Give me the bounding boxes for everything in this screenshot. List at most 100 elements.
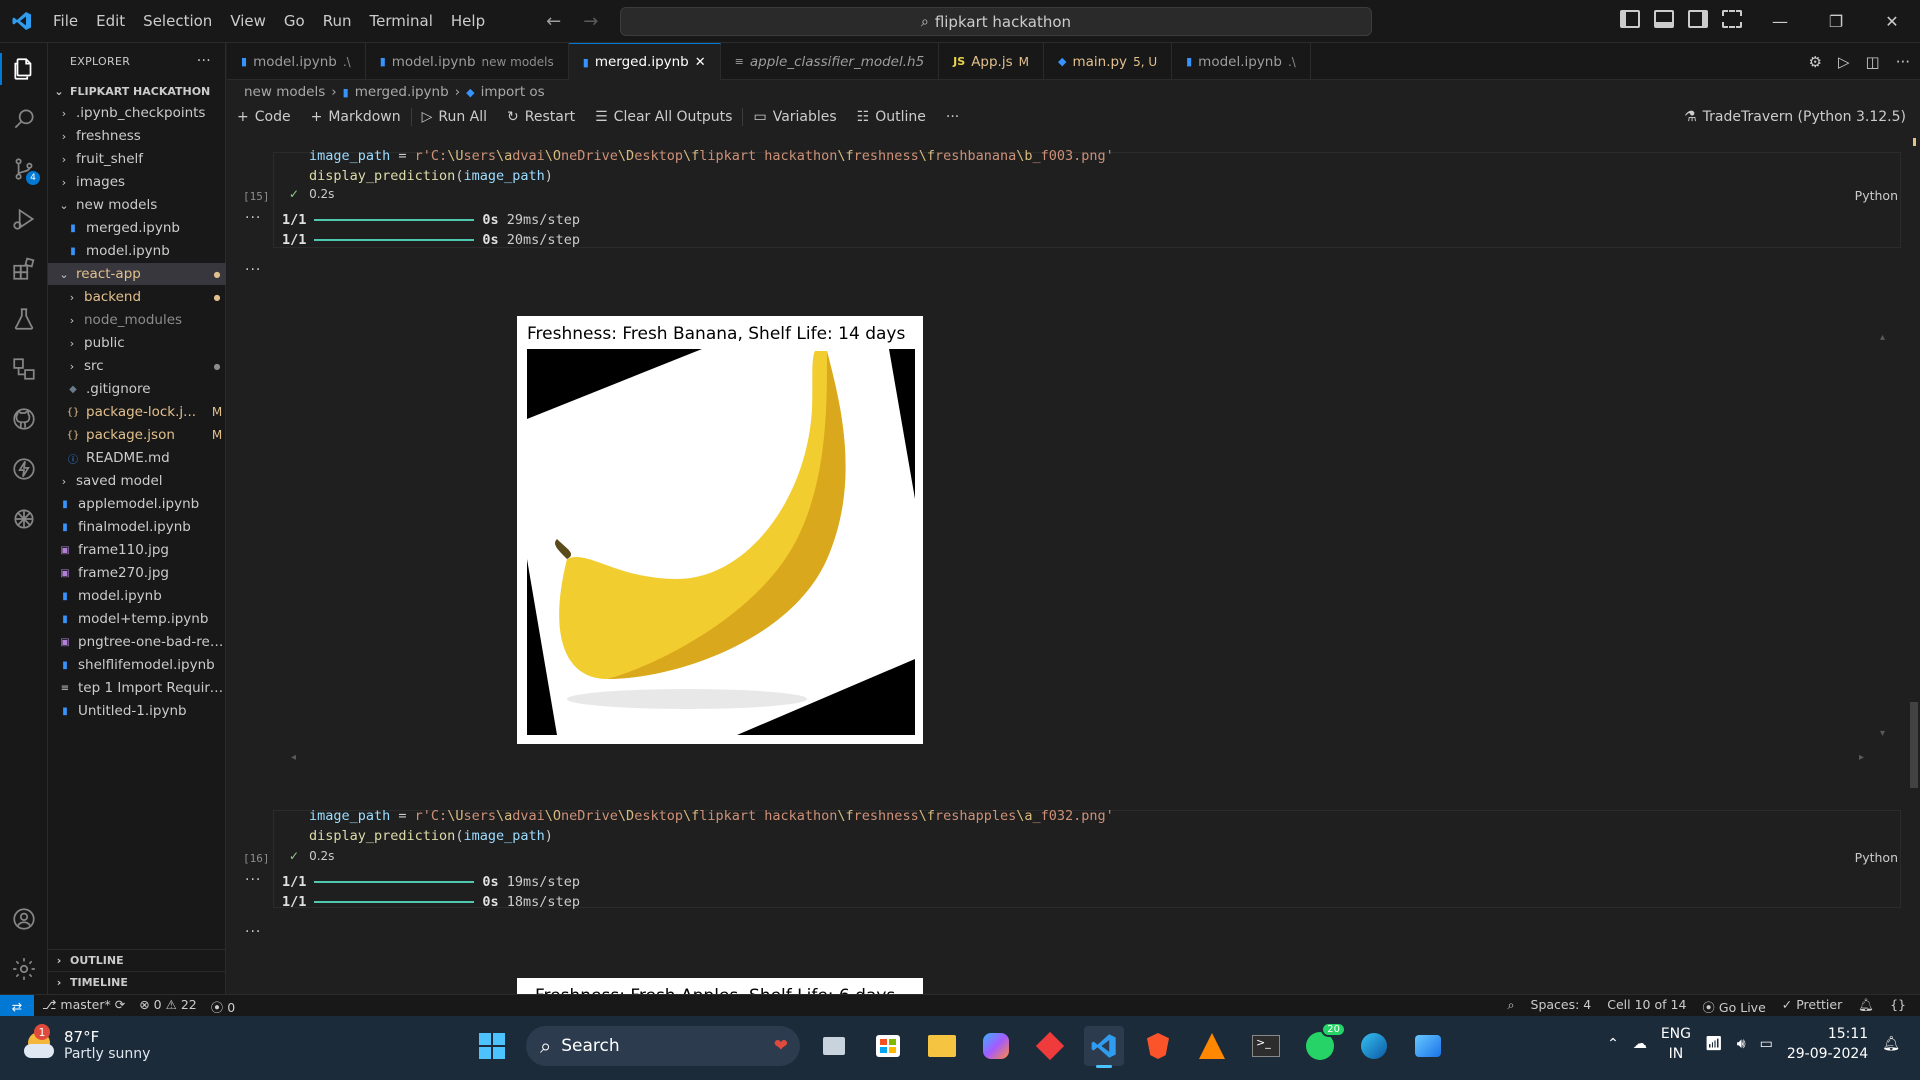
file-item[interactable]: ≡ tep 1 Import Require... bbox=[48, 677, 226, 699]
cell-code-line-2[interactable]: display_prediction(image_path) bbox=[309, 828, 553, 844]
file-item[interactable]: ▮ model.ipynb bbox=[48, 585, 226, 607]
folder-item[interactable]: › node_modules bbox=[48, 309, 226, 331]
output-more-icon[interactable]: ··· bbox=[245, 872, 261, 888]
restore-icon[interactable]: ❐ bbox=[1808, 0, 1864, 43]
indentation-status[interactable]: Spaces: 4 bbox=[1531, 997, 1592, 1016]
output-more-icon[interactable]: ··· bbox=[245, 262, 261, 278]
testing-flask-icon[interactable] bbox=[10, 305, 38, 333]
close-tab-icon[interactable]: ✕ bbox=[695, 55, 706, 70]
remote-explorer-icon[interactable] bbox=[10, 355, 38, 383]
file-item[interactable]: ▮ model+temp.ipynb bbox=[48, 608, 226, 630]
file-item[interactable]: ▮ Untitled-1.ipynb bbox=[48, 700, 226, 722]
file-item[interactable]: ▮ applemodel.ipynb bbox=[48, 493, 226, 515]
notification-bell-icon[interactable]: 🔔︎ bbox=[1882, 1036, 1900, 1052]
breadcrumb-folder[interactable]: new models bbox=[244, 84, 325, 100]
tab-6[interactable]: ▮ model.ipynb .\ bbox=[1172, 43, 1311, 80]
menu-edit[interactable]: Edit bbox=[87, 8, 134, 34]
language-indicator[interactable]: ENG IN bbox=[1661, 1024, 1691, 1064]
file-item[interactable]: ▮ merged.ipynb bbox=[48, 217, 226, 239]
menu-help[interactable]: Help bbox=[442, 8, 494, 34]
folder-item[interactable]: › fruit_shelf bbox=[48, 148, 226, 170]
tab-0[interactable]: ▮ model.ipynb .\ bbox=[227, 43, 366, 80]
close-icon[interactable]: ✕ bbox=[1864, 0, 1920, 43]
clock[interactable]: 15:11 29-09-2024 bbox=[1787, 1024, 1868, 1064]
add-markdown-cell-button[interactable]: + Markdown bbox=[301, 109, 411, 125]
file-item[interactable]: ▣ frame110.jpg bbox=[48, 539, 226, 561]
file-item[interactable]: ▮ model.ipynb bbox=[48, 240, 226, 262]
brave-browser-icon[interactable] bbox=[1138, 1026, 1178, 1066]
outline-button[interactable]: ☷ Outline bbox=[847, 109, 936, 125]
settings-gear-icon[interactable] bbox=[10, 955, 38, 983]
toggle-primary-sidebar-icon[interactable] bbox=[1620, 10, 1640, 28]
scroll-down-icon[interactable]: ▾ bbox=[1880, 728, 1885, 739]
vlc-icon[interactable] bbox=[1192, 1026, 1232, 1066]
extensions-icon[interactable] bbox=[10, 255, 38, 283]
ports-status[interactable]: ⦿ 0 bbox=[211, 997, 235, 1016]
file-item[interactable]: ▣ pngtree-one-bad-red... bbox=[48, 631, 226, 653]
more-actions-button[interactable]: ··· bbox=[936, 109, 969, 125]
scroll-right-icon[interactable]: ▸ bbox=[1859, 752, 1864, 763]
thunder-client-icon[interactable] bbox=[10, 455, 38, 483]
restart-button[interactable]: ↻ Restart bbox=[497, 109, 585, 125]
minimize-icon[interactable]: — bbox=[1752, 0, 1808, 43]
menu-file[interactable]: File bbox=[44, 8, 87, 34]
account-icon[interactable] bbox=[10, 905, 38, 933]
remote-indicator-icon[interactable]: ⇄ bbox=[0, 995, 34, 1017]
cell-language[interactable]: Python bbox=[1855, 850, 1898, 865]
edge-browser-icon[interactable] bbox=[1354, 1026, 1394, 1066]
folder-item[interactable]: ⌄ react-app ● bbox=[48, 263, 226, 285]
anydesk-icon[interactable] bbox=[1030, 1026, 1070, 1066]
breadcrumb-file[interactable]: merged.ipynb bbox=[355, 84, 449, 100]
folder-item[interactable]: › freshness bbox=[48, 125, 226, 147]
folder-item[interactable]: › images bbox=[48, 171, 226, 193]
folder-item[interactable]: › backend ● bbox=[48, 286, 226, 308]
show-hidden-icons-chevron-icon[interactable]: ⌃ bbox=[1607, 1036, 1619, 1052]
terminal-icon[interactable]: >_ bbox=[1246, 1026, 1286, 1066]
add-code-cell-button[interactable]: + Code bbox=[227, 109, 301, 125]
file-item[interactable]: ▣ frame270.jpg bbox=[48, 562, 226, 584]
folder-item[interactable]: › .ipynb_checkpoints bbox=[48, 102, 226, 124]
file-item[interactable]: {} package-lock.j... M bbox=[48, 401, 226, 423]
vscode-taskbar-icon[interactable] bbox=[1084, 1026, 1124, 1068]
output-more-icon[interactable]: ··· bbox=[245, 210, 261, 226]
run-icon[interactable]: ▷ bbox=[1838, 53, 1850, 71]
weather-widget[interactable]: 1 87°F Partly sunny bbox=[22, 1024, 150, 1062]
explorer-more-icon[interactable]: ··· bbox=[197, 53, 211, 69]
folder-item[interactable]: › src ● bbox=[48, 355, 226, 377]
go-live-status[interactable]: ⦿ Go Live bbox=[1702, 997, 1765, 1016]
search-icon[interactable] bbox=[10, 105, 38, 133]
file-item[interactable]: ▮ finalmodel.ipynb bbox=[48, 516, 226, 538]
menu-go[interactable]: Go bbox=[275, 8, 314, 34]
onedrive-cloud-icon[interactable]: ☁ bbox=[1633, 1036, 1647, 1052]
output-more-icon[interactable]: ··· bbox=[245, 924, 261, 940]
task-view-icon[interactable] bbox=[814, 1026, 854, 1066]
tab-2[interactable]: ▮ merged.ipynb ✕ bbox=[568, 43, 721, 80]
cell-code-line-1[interactable]: image_path = r'C:\Users\advai\OneDrive\D… bbox=[309, 148, 1114, 164]
branch-status[interactable]: ⎇ master* ⟳ bbox=[42, 997, 125, 1016]
toggle-secondary-sidebar-icon[interactable] bbox=[1688, 10, 1708, 28]
gear-icon[interactable]: ⚙ bbox=[1809, 53, 1822, 71]
clear-outputs-button[interactable]: ☰ Clear All Outputs bbox=[585, 109, 742, 125]
split-editor-icon[interactable]: ◫ bbox=[1866, 53, 1880, 71]
menu-run[interactable]: Run bbox=[314, 8, 361, 34]
cell-position-status[interactable]: Cell 10 of 14 bbox=[1607, 997, 1686, 1016]
menu-view[interactable]: View bbox=[221, 8, 275, 34]
back-arrow-icon[interactable]: ← bbox=[546, 11, 561, 32]
timeline-section[interactable]: › TIMELINE bbox=[48, 971, 226, 993]
photos-icon[interactable] bbox=[1408, 1026, 1448, 1066]
wifi-icon[interactable]: 📶︎ bbox=[1705, 1036, 1723, 1052]
cell-code-line-2[interactable]: display_prediction(image_path) bbox=[309, 168, 553, 184]
problems-status[interactable]: ⊗ 0 ⚠ 22 bbox=[139, 997, 197, 1016]
breadcrumb-symbol[interactable]: import os bbox=[481, 84, 545, 100]
toggle-panel-icon[interactable] bbox=[1654, 10, 1674, 28]
file-item[interactable]: ◆ .gitignore bbox=[48, 378, 226, 400]
file-explorer-icon[interactable] bbox=[922, 1026, 962, 1066]
workspace-root[interactable]: ⌄ FLIPKART HACKATHON bbox=[48, 80, 226, 102]
tab-1[interactable]: ▮ model.ipynb new models bbox=[366, 43, 569, 80]
run-all-button[interactable]: ▷ Run All bbox=[412, 109, 497, 125]
folder-item[interactable]: › public bbox=[48, 332, 226, 354]
copilot-icon[interactable] bbox=[976, 1026, 1016, 1066]
scrollbar-thumb[interactable] bbox=[1910, 702, 1918, 788]
file-item[interactable]: ⓘ README.md bbox=[48, 447, 226, 469]
customize-layout-icon[interactable] bbox=[1722, 10, 1742, 28]
